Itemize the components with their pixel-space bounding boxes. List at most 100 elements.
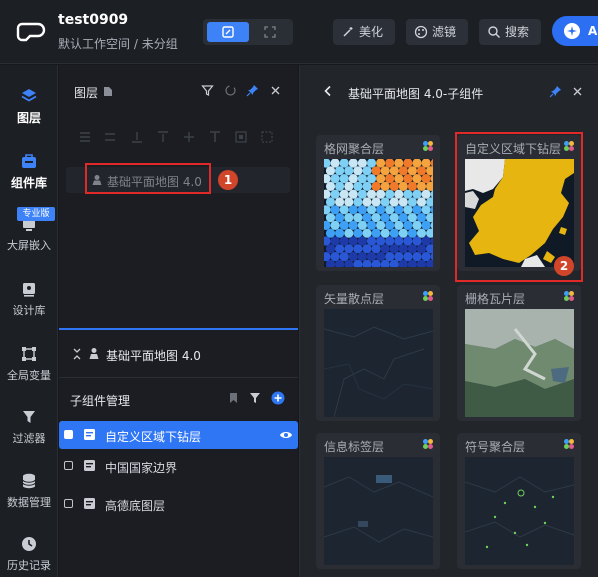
search-label: 搜索 <box>505 25 530 39</box>
hex-cell <box>371 228 381 238</box>
subcomponent-item-china-border[interactable]: 中国国家边界 <box>59 452 298 480</box>
hex-cell <box>325 181 336 191</box>
collapse-icon[interactable] <box>72 348 82 360</box>
hex-cell <box>348 159 358 168</box>
hex-cell <box>403 205 413 215</box>
hex-cell <box>324 236 331 246</box>
hex-cell <box>403 252 413 262</box>
hex-cell <box>339 174 349 184</box>
hex-cell <box>394 174 404 184</box>
visibility-eye-icon[interactable] <box>279 429 293 441</box>
filter-style-button[interactable]: 滤镜 <box>406 19 468 45</box>
hex-cell <box>357 236 367 246</box>
nav-global-variables[interactable]: 全局变量 <box>0 345 58 383</box>
layer-card-icon <box>84 460 95 471</box>
group-name[interactable]: 未分组 <box>142 37 178 51</box>
subcomponent-library-title: 基础平面地图 4.0-子组件 <box>348 87 484 101</box>
hex-cell <box>385 159 395 168</box>
component-card-symbol-aggregation[interactable]: 符号聚合层 <box>457 433 581 569</box>
search-button[interactable]: 搜索 <box>479 19 541 45</box>
nav-design-library[interactable]: 设计库 <box>0 280 58 318</box>
pin-icon[interactable] <box>549 85 562 98</box>
subcomponent-item-label: 高德底图层 <box>105 499 166 513</box>
align-list-icon[interactable] <box>79 131 91 143</box>
subcomponent-checkbox[interactable] <box>64 499 73 508</box>
subcomponent-item-amap-base[interactable]: 高德底图层 <box>59 490 298 518</box>
hex-cell <box>416 213 427 223</box>
nav-filters[interactable]: 过滤器 <box>0 408 58 446</box>
hex-cell <box>385 236 395 246</box>
subcomponent-manager-title: 子组件管理 <box>70 394 131 408</box>
layer-align-toolbar <box>59 125 298 151</box>
nav-data-management[interactable]: 数据管理 <box>0 472 58 510</box>
subcomponent-checkbox[interactable] <box>64 461 73 470</box>
hex-cell <box>357 220 367 230</box>
ai-assistant-button[interactable]: A <box>552 16 598 46</box>
hex-cell <box>362 213 372 223</box>
refresh-icon[interactable] <box>224 84 237 97</box>
hex-cell <box>376 220 386 230</box>
align-bottom-icon[interactable] <box>131 131 143 143</box>
app-logo-icon[interactable] <box>16 20 46 44</box>
subcomponent-item-custom-drilldown[interactable]: 自定义区域下钻层 <box>59 421 298 449</box>
ungroup-icon[interactable] <box>261 131 273 143</box>
bookmark-icon[interactable] <box>228 392 239 404</box>
nav-components[interactable]: 组件库 <box>0 152 58 191</box>
hex-cell <box>398 228 408 238</box>
component-card-raster-tile[interactable]: 栅格瓦片层 <box>457 285 581 421</box>
close-icon[interactable] <box>571 85 584 98</box>
hex-cell <box>407 228 417 238</box>
group-icon[interactable] <box>235 131 247 143</box>
edit-mode-button[interactable] <box>207 22 249 42</box>
top-header: test0909 默认工作空间 / 未分组 美化 滤镜 搜索 A <box>0 0 598 64</box>
hex-cell <box>412 205 422 215</box>
subcomponent-header: 基础平面地图 4.0 <box>59 330 298 378</box>
nav-filters-label: 过滤器 <box>12 432 46 445</box>
hex-cell <box>330 252 340 262</box>
hex-cell <box>407 166 417 176</box>
component-card-grid-aggregation[interactable]: 格网聚合层 <box>316 135 440 271</box>
pin-icon[interactable] <box>246 84 259 97</box>
align-vcenter-icon[interactable] <box>183 131 195 143</box>
annotation-badge-1: 1 <box>218 170 238 190</box>
hex-cell <box>339 220 349 230</box>
document-icon[interactable] <box>103 86 113 97</box>
hex-cell <box>344 181 354 191</box>
subcomponent-checkbox[interactable] <box>64 430 73 439</box>
project-title[interactable]: test0909 <box>58 12 128 28</box>
hex-cell <box>416 181 427 191</box>
component-card-vector-scatter[interactable]: 矢量散点层 <box>316 285 440 421</box>
hex-cell <box>385 174 395 184</box>
hex-cell <box>385 205 395 215</box>
component-thumbnail <box>324 309 433 417</box>
align-text-icon[interactable] <box>209 131 221 143</box>
workspace-name[interactable]: 默认工作空间 <box>58 37 130 51</box>
hex-cell <box>385 189 395 199</box>
hex-cell <box>380 228 390 238</box>
hex-cell <box>330 174 340 184</box>
component-thumbnail <box>465 309 574 417</box>
component-card-info-label[interactable]: 信息标签层 <box>316 433 440 569</box>
align-rows-icon[interactable] <box>104 131 116 143</box>
filter-icon <box>23 411 35 423</box>
close-icon[interactable] <box>269 84 282 97</box>
hex-cell <box>348 205 358 215</box>
hex-cell <box>398 166 408 176</box>
back-arrow-icon[interactable] <box>322 85 334 97</box>
hex-cell <box>394 220 404 230</box>
subcomponent-library-header: 基础平面地图 4.0-子组件 <box>300 65 598 119</box>
pro-badge: 专业版 <box>17 207 55 221</box>
align-top-icon[interactable] <box>157 131 169 143</box>
history-icon <box>22 537 36 551</box>
nav-history[interactable]: 历史记录 <box>0 535 58 573</box>
hex-cell <box>366 159 377 168</box>
hex-cell <box>330 220 340 230</box>
beautify-button[interactable]: 美化 <box>333 19 395 45</box>
add-circle-icon[interactable] <box>271 391 285 405</box>
preview-mode-button[interactable] <box>251 22 289 42</box>
hex-cell <box>412 252 422 262</box>
filter-icon[interactable] <box>201 84 214 97</box>
nav-screen-embed-label: 大屏嵌入 <box>7 239 51 252</box>
nav-layers[interactable]: 图层 <box>0 87 58 126</box>
filter-icon[interactable] <box>249 392 261 404</box>
